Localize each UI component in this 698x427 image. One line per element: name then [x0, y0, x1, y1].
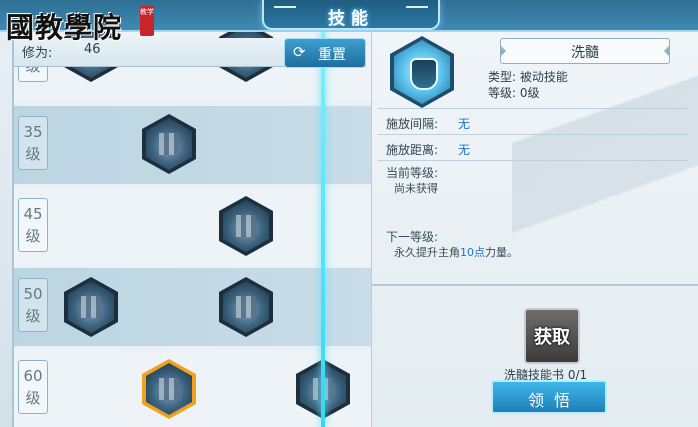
comprehend-button-label: 领悟 [527, 391, 580, 410]
current-level-desc: 尚未获得 [394, 182, 438, 195]
cast-interval-label: 施放间隔: [386, 117, 439, 131]
cast-interval-row: 施放间隔: 无 [386, 115, 470, 132]
skill-node[interactable] [64, 277, 118, 337]
skill-node-selected[interactable] [142, 359, 196, 419]
divider [378, 134, 688, 135]
cast-range-row: 施放距离: 无 [386, 141, 470, 158]
skill-level: 等级: 0级 [488, 86, 540, 100]
tree-row-60: 60 级 [14, 350, 372, 427]
level-label: 50 级 [18, 278, 48, 332]
level-label: 45 级 [18, 198, 48, 252]
skill-node[interactable] [219, 196, 273, 256]
skill-node[interactable] [219, 277, 273, 337]
cast-interval-value: 无 [458, 117, 471, 131]
skill-tree-panel[interactable]: 级 35级 45级 50级 60级 [12, 32, 372, 427]
level-label: 60 级 [18, 360, 48, 414]
watermark-logo: 國教學院 [6, 11, 123, 44]
skill-name: 洗髓 [571, 45, 599, 61]
reset-button-label: 重置 [318, 47, 346, 63]
current-level-label: 当前等级: [386, 166, 439, 180]
level-label: 35 级 [18, 116, 48, 170]
acquire-button-label: 获取 [534, 327, 570, 348]
background-scenery [512, 52, 698, 282]
acquire-button[interactable]: 获取 [524, 308, 580, 364]
comprehend-button[interactable]: 领悟 [491, 380, 607, 414]
fist-icon [410, 58, 438, 90]
title-plate: 技能 [262, 0, 440, 30]
skill-detail-panel: 洗髓 类型: 被动技能 等级: 0级 施放间隔: 无 施放距离: 无 当前等级: 尚… [371, 32, 698, 427]
skill-node[interactable] [142, 114, 196, 174]
divider [378, 108, 688, 109]
skill-screen: 技能 级 35级 45级 50级 [0, 0, 698, 427]
skill-name-plate: 洗髓 [500, 38, 670, 64]
divider [378, 160, 688, 161]
skill-icon [390, 36, 454, 108]
tree-row-45: 45 级 [14, 188, 372, 266]
tree-row-50: 50 级 [14, 268, 372, 346]
cast-range-value: 无 [458, 143, 471, 157]
progress-guide-line [321, 32, 325, 427]
tree-row-35: 35 级 [14, 106, 372, 184]
reset-button[interactable]: ⟳ 重置 [284, 38, 366, 68]
watermark-seal: 教学 [140, 6, 154, 36]
page-title: 技能 [328, 9, 374, 29]
refresh-icon: ⟳ [293, 43, 306, 61]
cast-range-label: 施放距离: [386, 143, 439, 157]
next-level-desc: 永久提升主角10点力量。 [394, 246, 518, 259]
next-level-label: 下一等级: [386, 230, 439, 244]
skill-type: 类型: 被动技能 [488, 70, 568, 84]
divider [372, 284, 698, 286]
